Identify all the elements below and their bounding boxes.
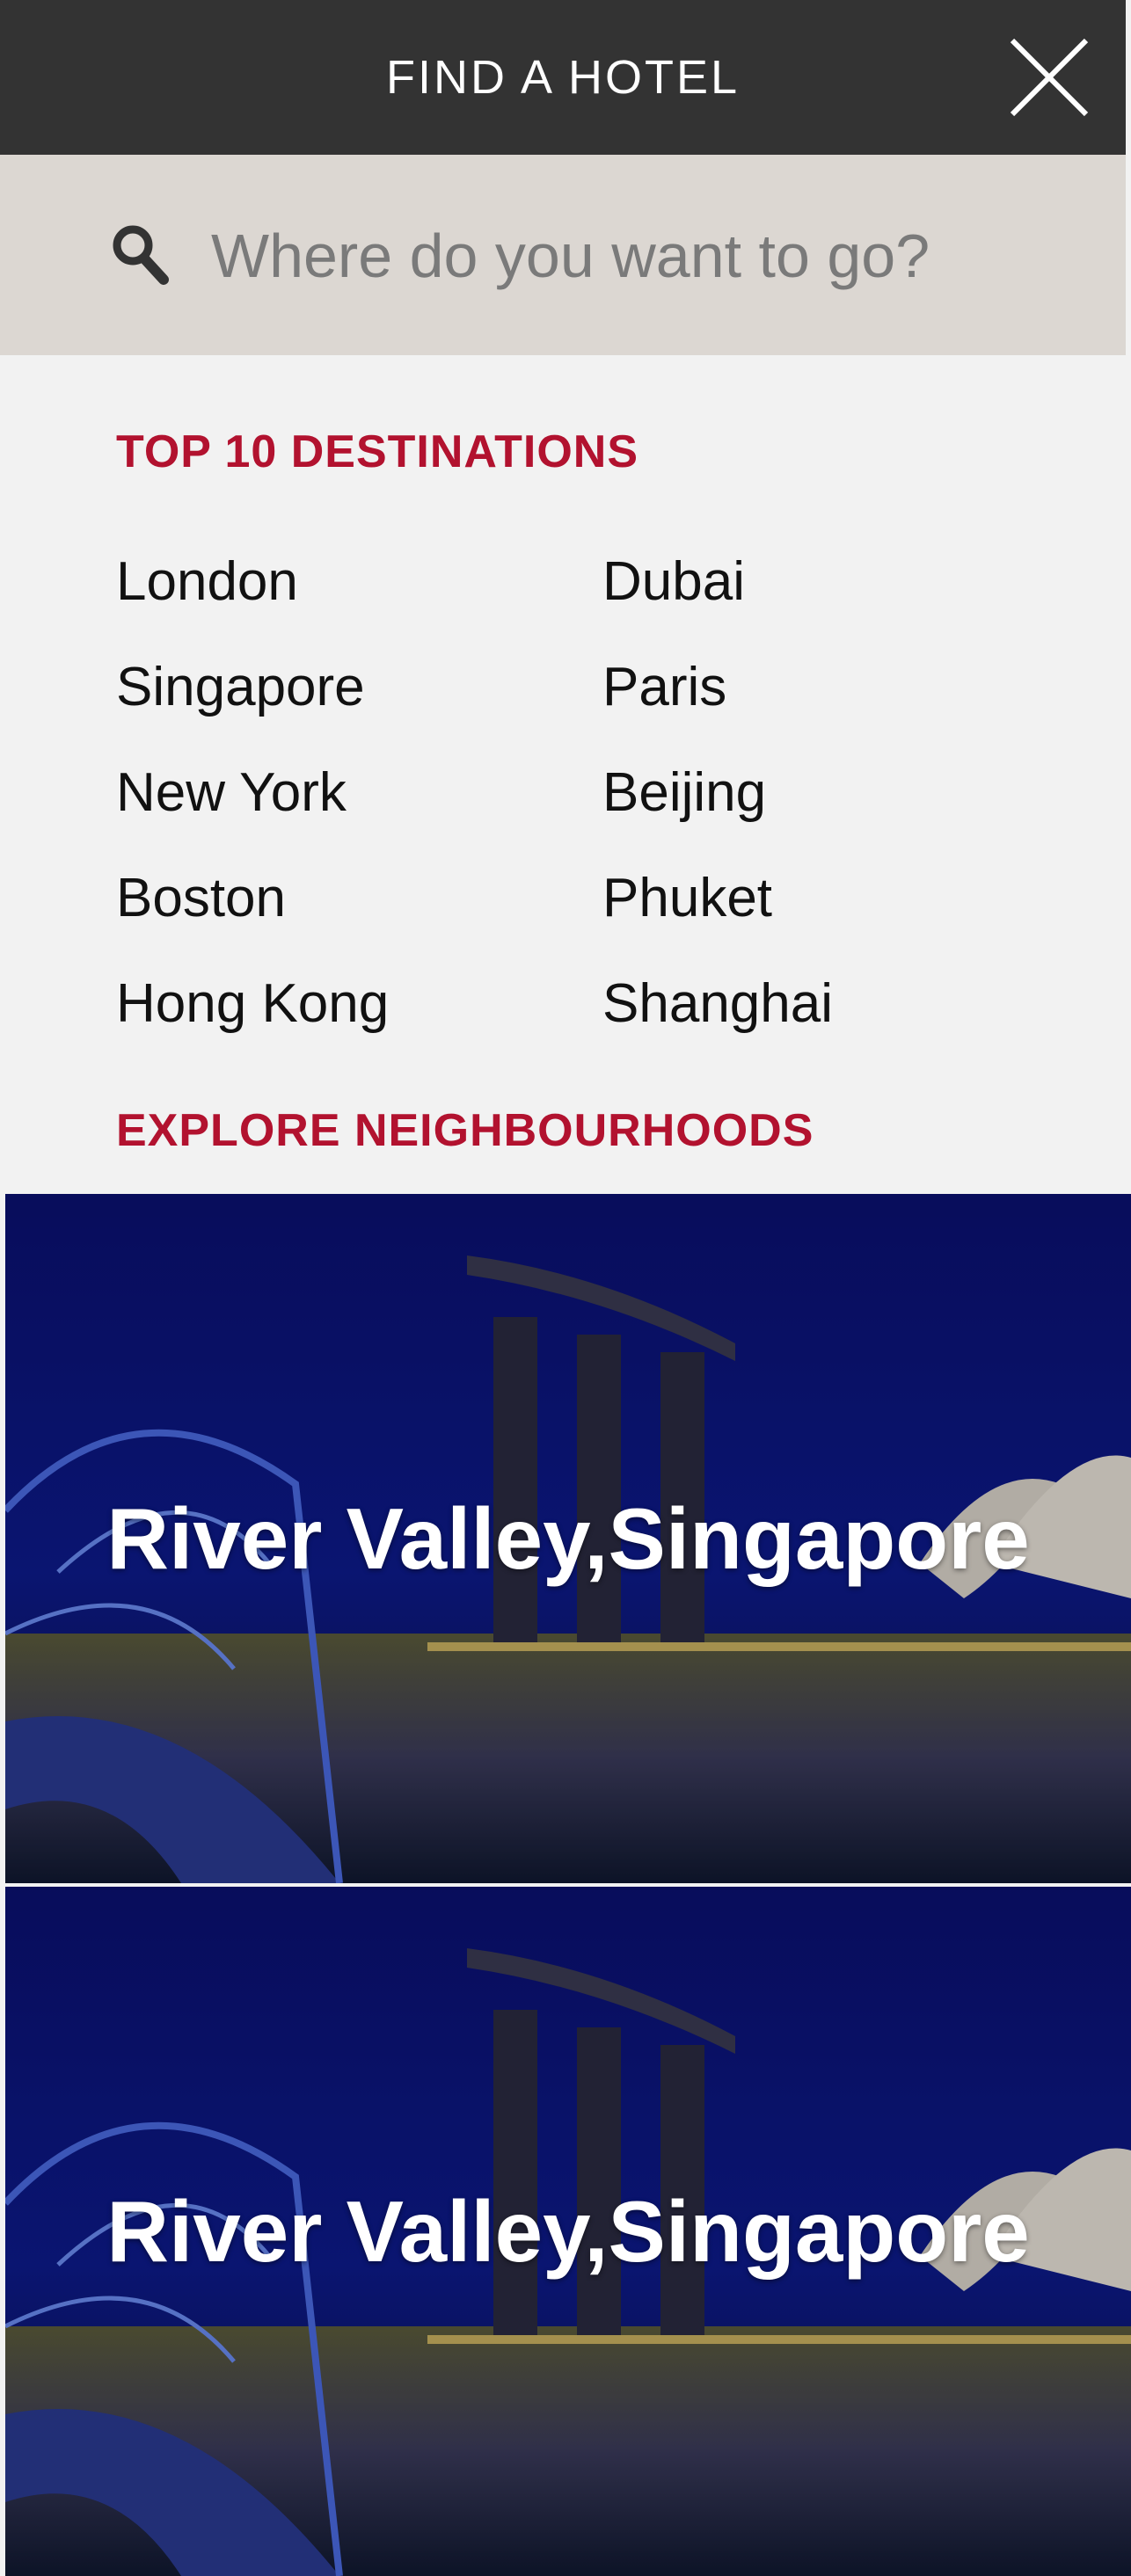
destination-link[interactable]: London <box>116 550 298 613</box>
neighbourhood-title-line1: River Valley, <box>106 1490 609 1587</box>
destination-link[interactable]: Shanghai <box>602 972 833 1035</box>
destination-link[interactable]: Hong Kong <box>116 972 389 1035</box>
header-bar: FIND A HOTEL <box>0 0 1126 155</box>
neighbourhood-card[interactable]: River Valley, Singapore <box>5 1887 1131 2576</box>
destination-link[interactable]: Phuket <box>602 867 772 929</box>
close-icon[interactable] <box>1007 35 1091 120</box>
destination-link[interactable]: Boston <box>116 867 286 929</box>
neighbourhood-card[interactable]: River Valley, Singapore <box>5 1194 1131 1883</box>
top-destinations-heading: TOP 10 DESTINATIONS <box>116 426 639 477</box>
destination-link[interactable]: Dubai <box>602 550 745 613</box>
search-icon <box>113 225 169 285</box>
neighbourhood-title-line2: Singapore <box>608 1490 1030 1587</box>
destination-link[interactable]: Singapore <box>116 656 365 718</box>
explore-neighbourhoods-heading: EXPLORE NEIGHBOURHOODS <box>116 1105 814 1156</box>
neighbourhood-title: River Valley, Singapore <box>5 1194 1131 1883</box>
neighbourhood-title: River Valley, Singapore <box>5 1887 1131 2576</box>
destination-link[interactable]: New York <box>116 761 347 824</box>
search-input[interactable] <box>211 207 1073 304</box>
neighbourhood-title-line1: River Valley, <box>106 2183 609 2280</box>
destination-link[interactable]: Paris <box>602 656 726 718</box>
page-title: FIND A HOTEL <box>385 51 741 104</box>
neighbourhood-title-line2: Singapore <box>608 2183 1030 2280</box>
destination-link[interactable]: Beijing <box>602 761 766 824</box>
